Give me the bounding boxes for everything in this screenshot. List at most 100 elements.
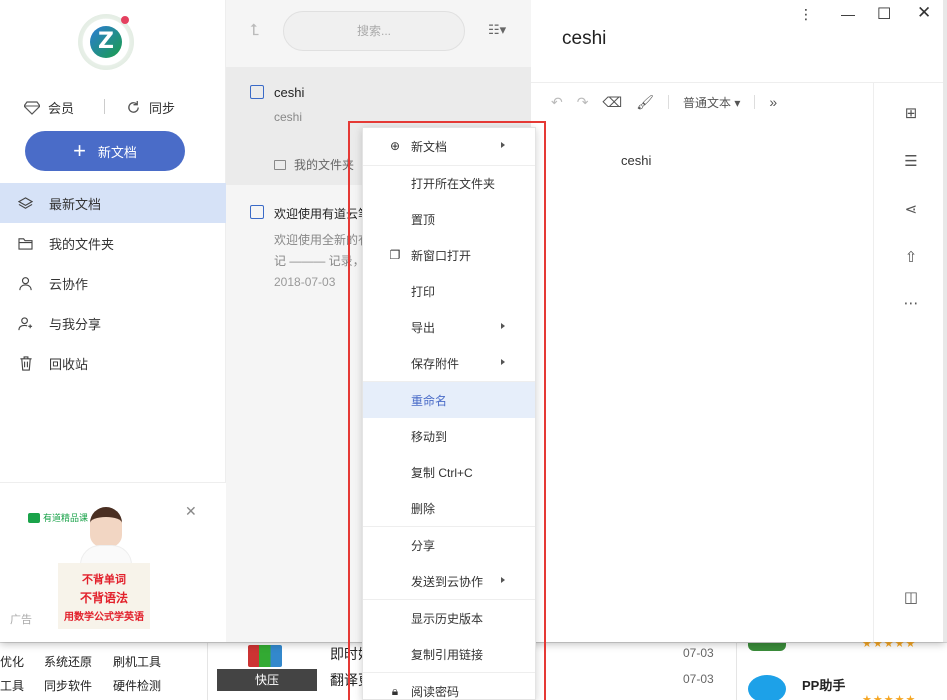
bg-link[interactable]: 刷机工具 — [113, 653, 161, 670]
divider — [736, 643, 737, 700]
menu-item-open-new-window[interactable]: ❐ 新窗口打开 — [363, 237, 535, 273]
menu-item-copy-link[interactable]: 复制引用链接 — [363, 636, 535, 672]
text-format-select[interactable]: 普通文本 ▾ — [683, 94, 740, 111]
document-title: ceshi — [274, 85, 305, 100]
bg-link[interactable]: 系统还原 — [44, 653, 92, 670]
menu-item-delete[interactable]: 删除 — [363, 490, 535, 526]
context-menu: ⊕ 新文档 打开所在文件夹 置顶 ❐ 新窗口打开 打印 导出 保存附件 重命名 … — [362, 127, 536, 700]
brand-logo-icon — [28, 512, 40, 523]
bg-link[interactable]: 同步软件 — [44, 677, 92, 694]
new-document-label: 新文档 — [97, 144, 137, 160]
more-vertical-icon[interactable]: ⋮ — [799, 6, 813, 23]
sidebar-nav: 最新文档 我的文件夹 云协作 与我分享 回收站 — [0, 183, 226, 383]
sidebar-item-label: 云协作 — [49, 276, 89, 292]
outline-icon[interactable]: ☰ — [902, 153, 920, 171]
sidebar-toggle-icon[interactable]: ◫ — [902, 589, 920, 607]
insert-icon[interactable]: ⊞ — [902, 105, 920, 123]
share-icon[interactable]: ⋖ — [902, 201, 920, 219]
document-snippet: 记 ——— 记录， — [274, 254, 365, 268]
menu-item-history[interactable]: 显示历史版本 — [363, 600, 535, 636]
plus-icon: + — [73, 138, 86, 163]
plus-circle-icon: ⊕ — [389, 139, 401, 153]
document-snippet: 欢迎使用全新的有 — [274, 233, 371, 247]
menu-item-save-attachment[interactable]: 保存附件 — [363, 345, 535, 381]
menu-item-copy[interactable]: 复制 Ctrl+C — [363, 454, 535, 490]
kuaiya-app-icon[interactable] — [248, 645, 282, 667]
vip-button[interactable]: 会员 — [24, 98, 74, 117]
sidebar-item-my-folder[interactable]: 我的文件夹 — [0, 223, 226, 263]
view-mode-icon[interactable]: ☷▾ — [488, 22, 506, 38]
pp-app-icon[interactable] — [748, 675, 786, 700]
trash-icon — [18, 355, 33, 371]
window-edge — [943, 0, 947, 642]
logo-icon: Z — [90, 26, 122, 58]
app-logo[interactable]: Z — [78, 14, 134, 70]
document-icon — [250, 85, 264, 99]
format-painter-icon[interactable]: 🖌 — [636, 94, 654, 111]
menu-item-rename[interactable]: 重命名 — [363, 382, 535, 418]
more-tools-button[interactable]: » — [769, 94, 777, 110]
folder-icon — [18, 236, 33, 251]
menu-item-send-to-collab[interactable]: 发送到云协作 — [363, 563, 535, 599]
submenu-arrow-icon — [501, 142, 505, 148]
maximize-button[interactable]: ☐ — [877, 4, 891, 24]
advertisement-banner[interactable]: 有道精品课 ✕ 不背单词 不背语法 用数学公式学英语 广告 — [0, 482, 226, 642]
ad-line: 用数学公式学英语 — [64, 612, 144, 623]
close-button[interactable]: ✕ — [917, 3, 931, 23]
folder-icon — [274, 159, 286, 170]
sidebar-item-label: 我的文件夹 — [49, 236, 115, 252]
minimize-button[interactable]: — — [841, 6, 855, 22]
kuaiya-label[interactable]: 快压 — [217, 669, 317, 691]
editor-body[interactable]: ceshi — [621, 153, 651, 168]
back-up-icon[interactable]: ⮤ — [250, 22, 259, 40]
redo-icon[interactable]: ↷ — [577, 94, 589, 111]
pp-app-name[interactable]: PP助手 — [802, 675, 845, 694]
menu-item-open-folder[interactable]: 打开所在文件夹 — [363, 165, 535, 201]
sync-button[interactable]: 同步 — [126, 98, 175, 117]
ad-sign: 不背单词 不背语法 用数学公式学英语 — [58, 563, 150, 629]
vip-label: 会员 — [48, 101, 75, 116]
divider — [754, 95, 756, 109]
sidebar-item-label: 与我分享 — [49, 316, 102, 332]
bg-link[interactable]: 硬件检测 — [113, 677, 161, 694]
more-icon[interactable]: ⋯ — [902, 295, 920, 313]
sidebar-item-label: 回收站 — [49, 356, 89, 372]
menu-item-move-to[interactable]: 移动到 — [363, 418, 535, 454]
undo-icon[interactable]: ↶ — [551, 94, 563, 111]
menu-item-export[interactable]: 导出 — [363, 309, 535, 345]
sidebar-item-recent[interactable]: 最新文档 — [0, 183, 226, 223]
menu-item-new-document[interactable]: ⊕ 新文档 — [363, 128, 535, 164]
document-date: 2018-07-03 — [274, 275, 336, 289]
document-title: 欢迎使用有道云笔 — [274, 207, 371, 221]
sync-label: 同步 — [149, 101, 176, 116]
sidebar-item-trash[interactable]: 回收站 — [0, 343, 226, 383]
app-icon[interactable] — [748, 643, 786, 651]
export-icon[interactable]: ⇧ — [902, 249, 920, 267]
lock-icon: 🔒︎ — [391, 684, 399, 698]
document-title-field[interactable]: ceshi — [562, 28, 606, 50]
ad-line: 不背语法 — [79, 591, 128, 605]
menu-item-read-password[interactable]: 🔒︎ 阅读密码 — [363, 673, 535, 700]
sidebar-item-shared-with-me[interactable]: 与我分享 — [0, 303, 226, 343]
document-icon — [250, 205, 264, 219]
notification-dot — [121, 16, 129, 24]
menu-item-pin-top[interactable]: 置顶 — [363, 201, 535, 237]
diamond-icon — [24, 100, 40, 115]
divider — [207, 643, 208, 700]
bg-link[interactable]: 工具 — [0, 677, 24, 694]
sidebar-item-collaboration[interactable]: 云协作 — [0, 263, 226, 303]
rating-stars: ★★★★★ — [862, 694, 917, 700]
submenu-arrow-icon — [501, 577, 505, 583]
bg-link[interactable]: 优化 — [0, 653, 24, 670]
eraser-icon[interactable]: ⌫ — [602, 94, 622, 111]
search-input[interactable]: 搜索... — [283, 11, 465, 51]
bg-news-date: 07-03 — [683, 646, 714, 660]
new-document-button[interactable]: + 新文档 — [25, 131, 185, 171]
document-snippet: ceshi — [274, 110, 303, 124]
sync-icon — [128, 100, 139, 113]
close-icon[interactable]: ✕ — [185, 503, 197, 520]
menu-item-print[interactable]: 打印 — [363, 273, 535, 309]
sidebar: Z 会员 同步 + 新文档 最新文档 我的文件夹 云协作 与我分享 回收站 有道… — [0, 0, 226, 642]
menu-item-share[interactable]: 分享 — [363, 527, 535, 563]
window-icon: ❐ — [389, 248, 401, 262]
